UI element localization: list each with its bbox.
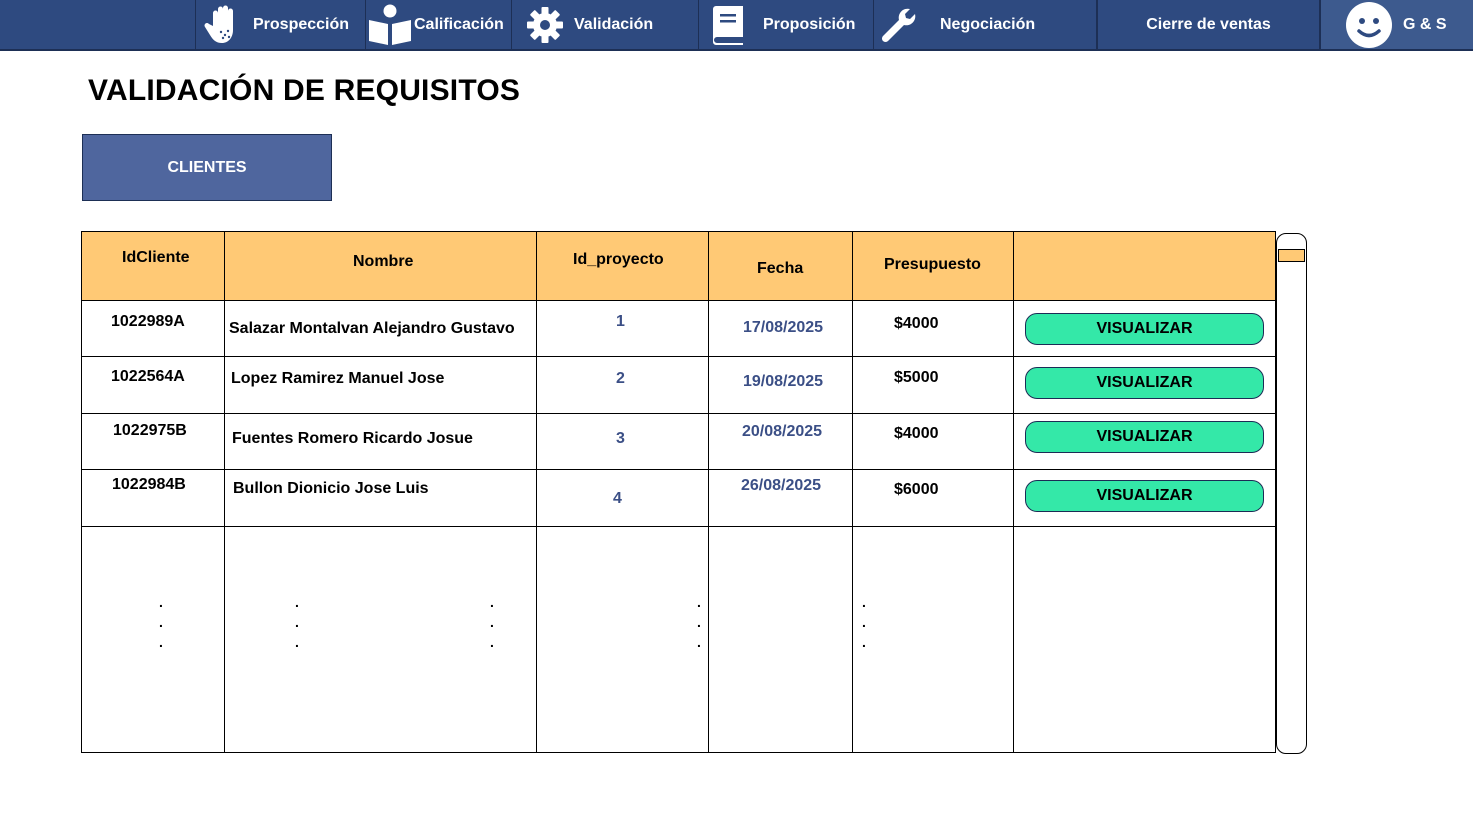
table-row-4-id: 1022984B <box>112 476 186 493</box>
nav-label: Calificación <box>414 15 504 33</box>
top-nav: Prospección Calificación Validación Prop… <box>0 0 1473 51</box>
continuation-dots: ... <box>295 594 299 650</box>
table-row-2-fecha: 19/08/2025 <box>743 373 824 390</box>
column-header-fecha: Fecha <box>757 260 804 277</box>
table-row-2-id: 1022564A <box>111 368 185 385</box>
nav-label: Cierre de ventas <box>1146 15 1271 33</box>
continuation-dots: ... <box>862 594 866 650</box>
reader-icon <box>366 3 414 47</box>
table-row-2-proyecto: 2 <box>616 370 625 387</box>
gear-icon <box>520 5 570 45</box>
table-row-4-presupuesto: $6000 <box>894 481 939 498</box>
table-row-4-proyecto: 4 <box>613 490 622 507</box>
table-row-1-nombre: Salazar Montalvan Alejandro Gustavo <box>229 320 515 337</box>
continuation-dots: ... <box>490 594 494 650</box>
table-row-2-presupuesto: $5000 <box>894 369 939 386</box>
table-row-1-proyecto: 1 <box>616 313 625 330</box>
nav-negociacion[interactable]: Negociación <box>873 0 1096 49</box>
table-header <box>82 232 1275 300</box>
clients-table: IdCliente Nombre Id_proyecto Fecha Presu… <box>81 231 1276 753</box>
column-header-presupuesto: Presupuesto <box>884 256 981 273</box>
book-icon <box>707 5 747 45</box>
user-label: G & S <box>1403 15 1447 33</box>
table-row-1-presupuesto: $4000 <box>894 315 939 332</box>
nav-label: Proposición <box>763 15 856 33</box>
hand-icon <box>202 4 246 46</box>
continuation-dots: ... <box>697 594 701 650</box>
continuation-dots: ... <box>159 594 163 650</box>
clients-button[interactable]: CLIENTES <box>82 134 332 201</box>
visualizar-button[interactable]: VISUALIZAR <box>1025 313 1264 345</box>
nav-label: Validación <box>574 15 654 33</box>
table-row-3-proyecto: 3 <box>616 430 625 447</box>
table-row-3-id: 1022975B <box>113 422 187 439</box>
table-row-2-nombre: Lopez Ramirez Manuel Jose <box>231 370 445 387</box>
nav-prospeccion[interactable]: Prospección <box>195 0 365 49</box>
table-row-1-fecha: 17/08/2025 <box>743 319 824 336</box>
nav-calificacion[interactable]: Calificación <box>365 0 511 49</box>
table-row-3-fecha: 20/08/2025 <box>742 423 823 440</box>
column-header-id-proyecto: Id_proyecto <box>573 251 664 268</box>
visualizar-button[interactable]: VISUALIZAR <box>1025 421 1264 453</box>
column-header-idcliente: IdCliente <box>122 249 190 266</box>
wrench-icon <box>878 6 918 44</box>
visualizar-button[interactable]: VISUALIZAR <box>1025 480 1264 512</box>
nav-label: Negociación <box>940 15 1036 33</box>
column-header-nombre: Nombre <box>353 253 414 270</box>
smiley-icon <box>1345 1 1393 49</box>
table-row-3-presupuesto: $4000 <box>894 425 939 442</box>
table-row-4-nombre: Bullon Dionicio Jose Luis <box>233 480 429 497</box>
page-title: VALIDACIÓN DE REQUISITOS <box>88 74 521 107</box>
nav-proposicion[interactable]: Proposición <box>698 0 873 49</box>
nav-cierre-de-ventas[interactable]: Cierre de ventas <box>1096 0 1319 49</box>
scrollbar-thumb[interactable] <box>1278 249 1305 262</box>
nav-label: Prospección <box>253 15 350 33</box>
table-row-4-fecha: 26/08/2025 <box>741 477 822 494</box>
table-scrollbar[interactable] <box>1276 233 1307 754</box>
table-row-3-nombre: Fuentes Romero Ricardo Josue <box>232 430 473 447</box>
table-row-1-id: 1022989A <box>111 313 185 330</box>
visualizar-button[interactable]: VISUALIZAR <box>1025 367 1264 399</box>
user-menu[interactable]: G & S <box>1319 0 1473 49</box>
nav-validacion[interactable]: Validación <box>511 0 698 49</box>
